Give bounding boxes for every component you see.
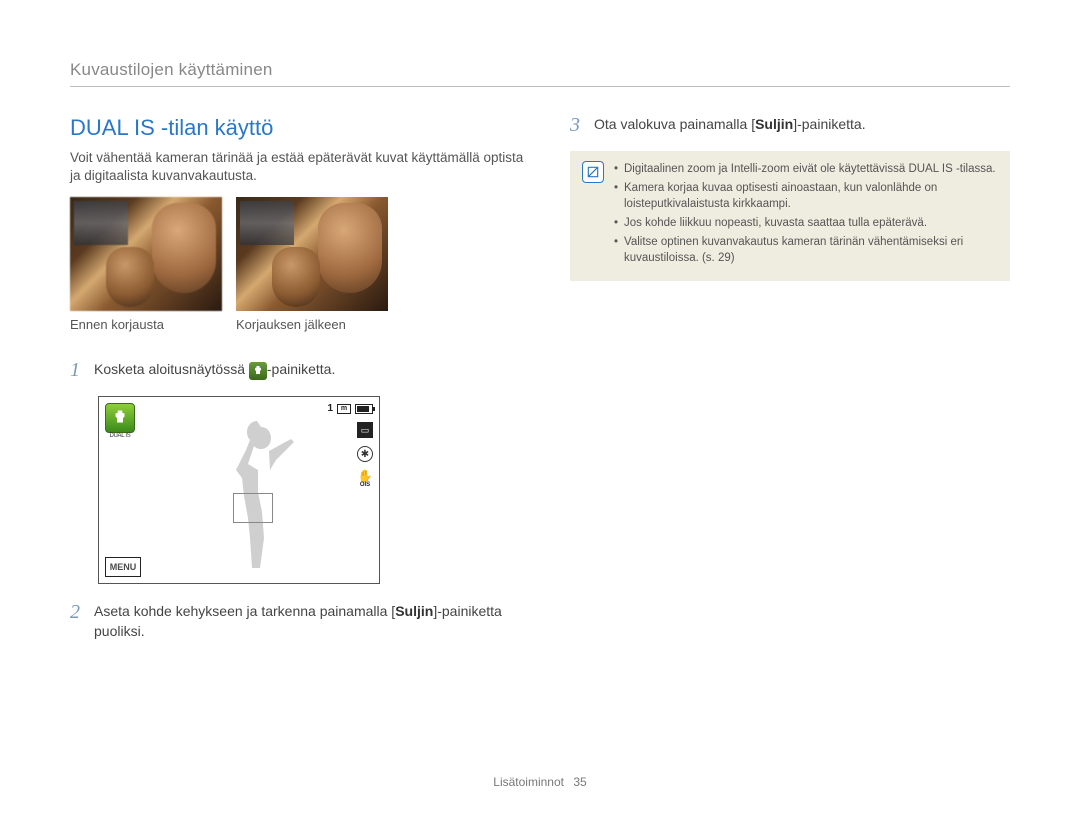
note-icon xyxy=(582,161,604,183)
note-item: Jos kohde liikkuu nopeasti, kuvasta saat… xyxy=(614,215,996,232)
step-text: -painiketta. xyxy=(267,361,335,377)
note-item: Kamera korjaa kuvaa optisesti ainoastaan… xyxy=(614,180,996,213)
caption-after: Korjauksen jälkeen xyxy=(236,317,388,332)
step-number: 1 xyxy=(70,360,84,380)
page-title: DUAL IS -tilan käyttö xyxy=(70,115,530,141)
step-number: 2 xyxy=(70,602,84,622)
step-text: Ota valokuva painamalla [ xyxy=(594,116,755,132)
before-after-row xyxy=(70,197,530,311)
focus-frame xyxy=(233,493,273,523)
ois-icon[interactable]: ✋OIS xyxy=(357,470,373,486)
info-note: Digitaalinen zoom ja Intelli-zoom eivät … xyxy=(570,151,1010,281)
step-text: Aseta kohde kehykseen ja tarkenna painam… xyxy=(94,603,395,619)
step-number: 3 xyxy=(570,115,584,135)
note-list: Digitaalinen zoom ja Intelli-zoom eivät … xyxy=(614,161,996,269)
step-2: 2 Aseta kohde kehykseen ja tarkenna pain… xyxy=(70,602,530,641)
shutter-key: Suljin xyxy=(395,603,433,619)
note-item: Digitaalinen zoom ja Intelli-zoom eivät … xyxy=(614,161,996,178)
breadcrumb: Kuvaustilojen käyttäminen xyxy=(70,60,1010,80)
photo-before xyxy=(70,197,222,311)
step-text: Kosketa aloitusnäytössä xyxy=(94,361,249,377)
page-number: 35 xyxy=(573,775,586,789)
shutter-key: Suljin xyxy=(755,116,793,132)
caption-before: Ennen korjausta xyxy=(70,317,222,332)
dual-is-mode-label: DUAL IS xyxy=(105,433,135,439)
step-1: 1 Kosketa aloitusnäytössä -painiketta. xyxy=(70,360,530,380)
flash-icon[interactable]: ✱ xyxy=(357,446,373,462)
dual-is-mode-icon[interactable] xyxy=(105,403,135,433)
photo-after xyxy=(236,197,388,311)
page-footer: Lisätoiminnot 35 xyxy=(0,775,1080,789)
camera-preview: DUAL IS 1 m ▭ ✱ ✋OIS MENU xyxy=(98,396,380,584)
step-text: ]-painiketta. xyxy=(793,116,865,132)
memory-icon: m xyxy=(337,404,351,414)
dual-is-icon xyxy=(249,362,267,380)
intro-text: Voit vähentää kameran tärinää ja estää e… xyxy=(70,149,530,185)
menu-button[interactable]: MENU xyxy=(105,557,141,577)
battery-icon xyxy=(355,404,373,414)
divider xyxy=(70,86,1010,87)
resolution-icon[interactable]: ▭ xyxy=(357,422,373,438)
shot-counter: 1 xyxy=(327,403,333,414)
note-item: Valitse optinen kuvanvakautus kameran tä… xyxy=(614,234,996,267)
camera-status-bar: 1 m xyxy=(327,403,373,414)
footer-section: Lisätoiminnot xyxy=(493,775,564,789)
step-3: 3 Ota valokuva painamalla [Suljin]-paini… xyxy=(570,115,1010,135)
